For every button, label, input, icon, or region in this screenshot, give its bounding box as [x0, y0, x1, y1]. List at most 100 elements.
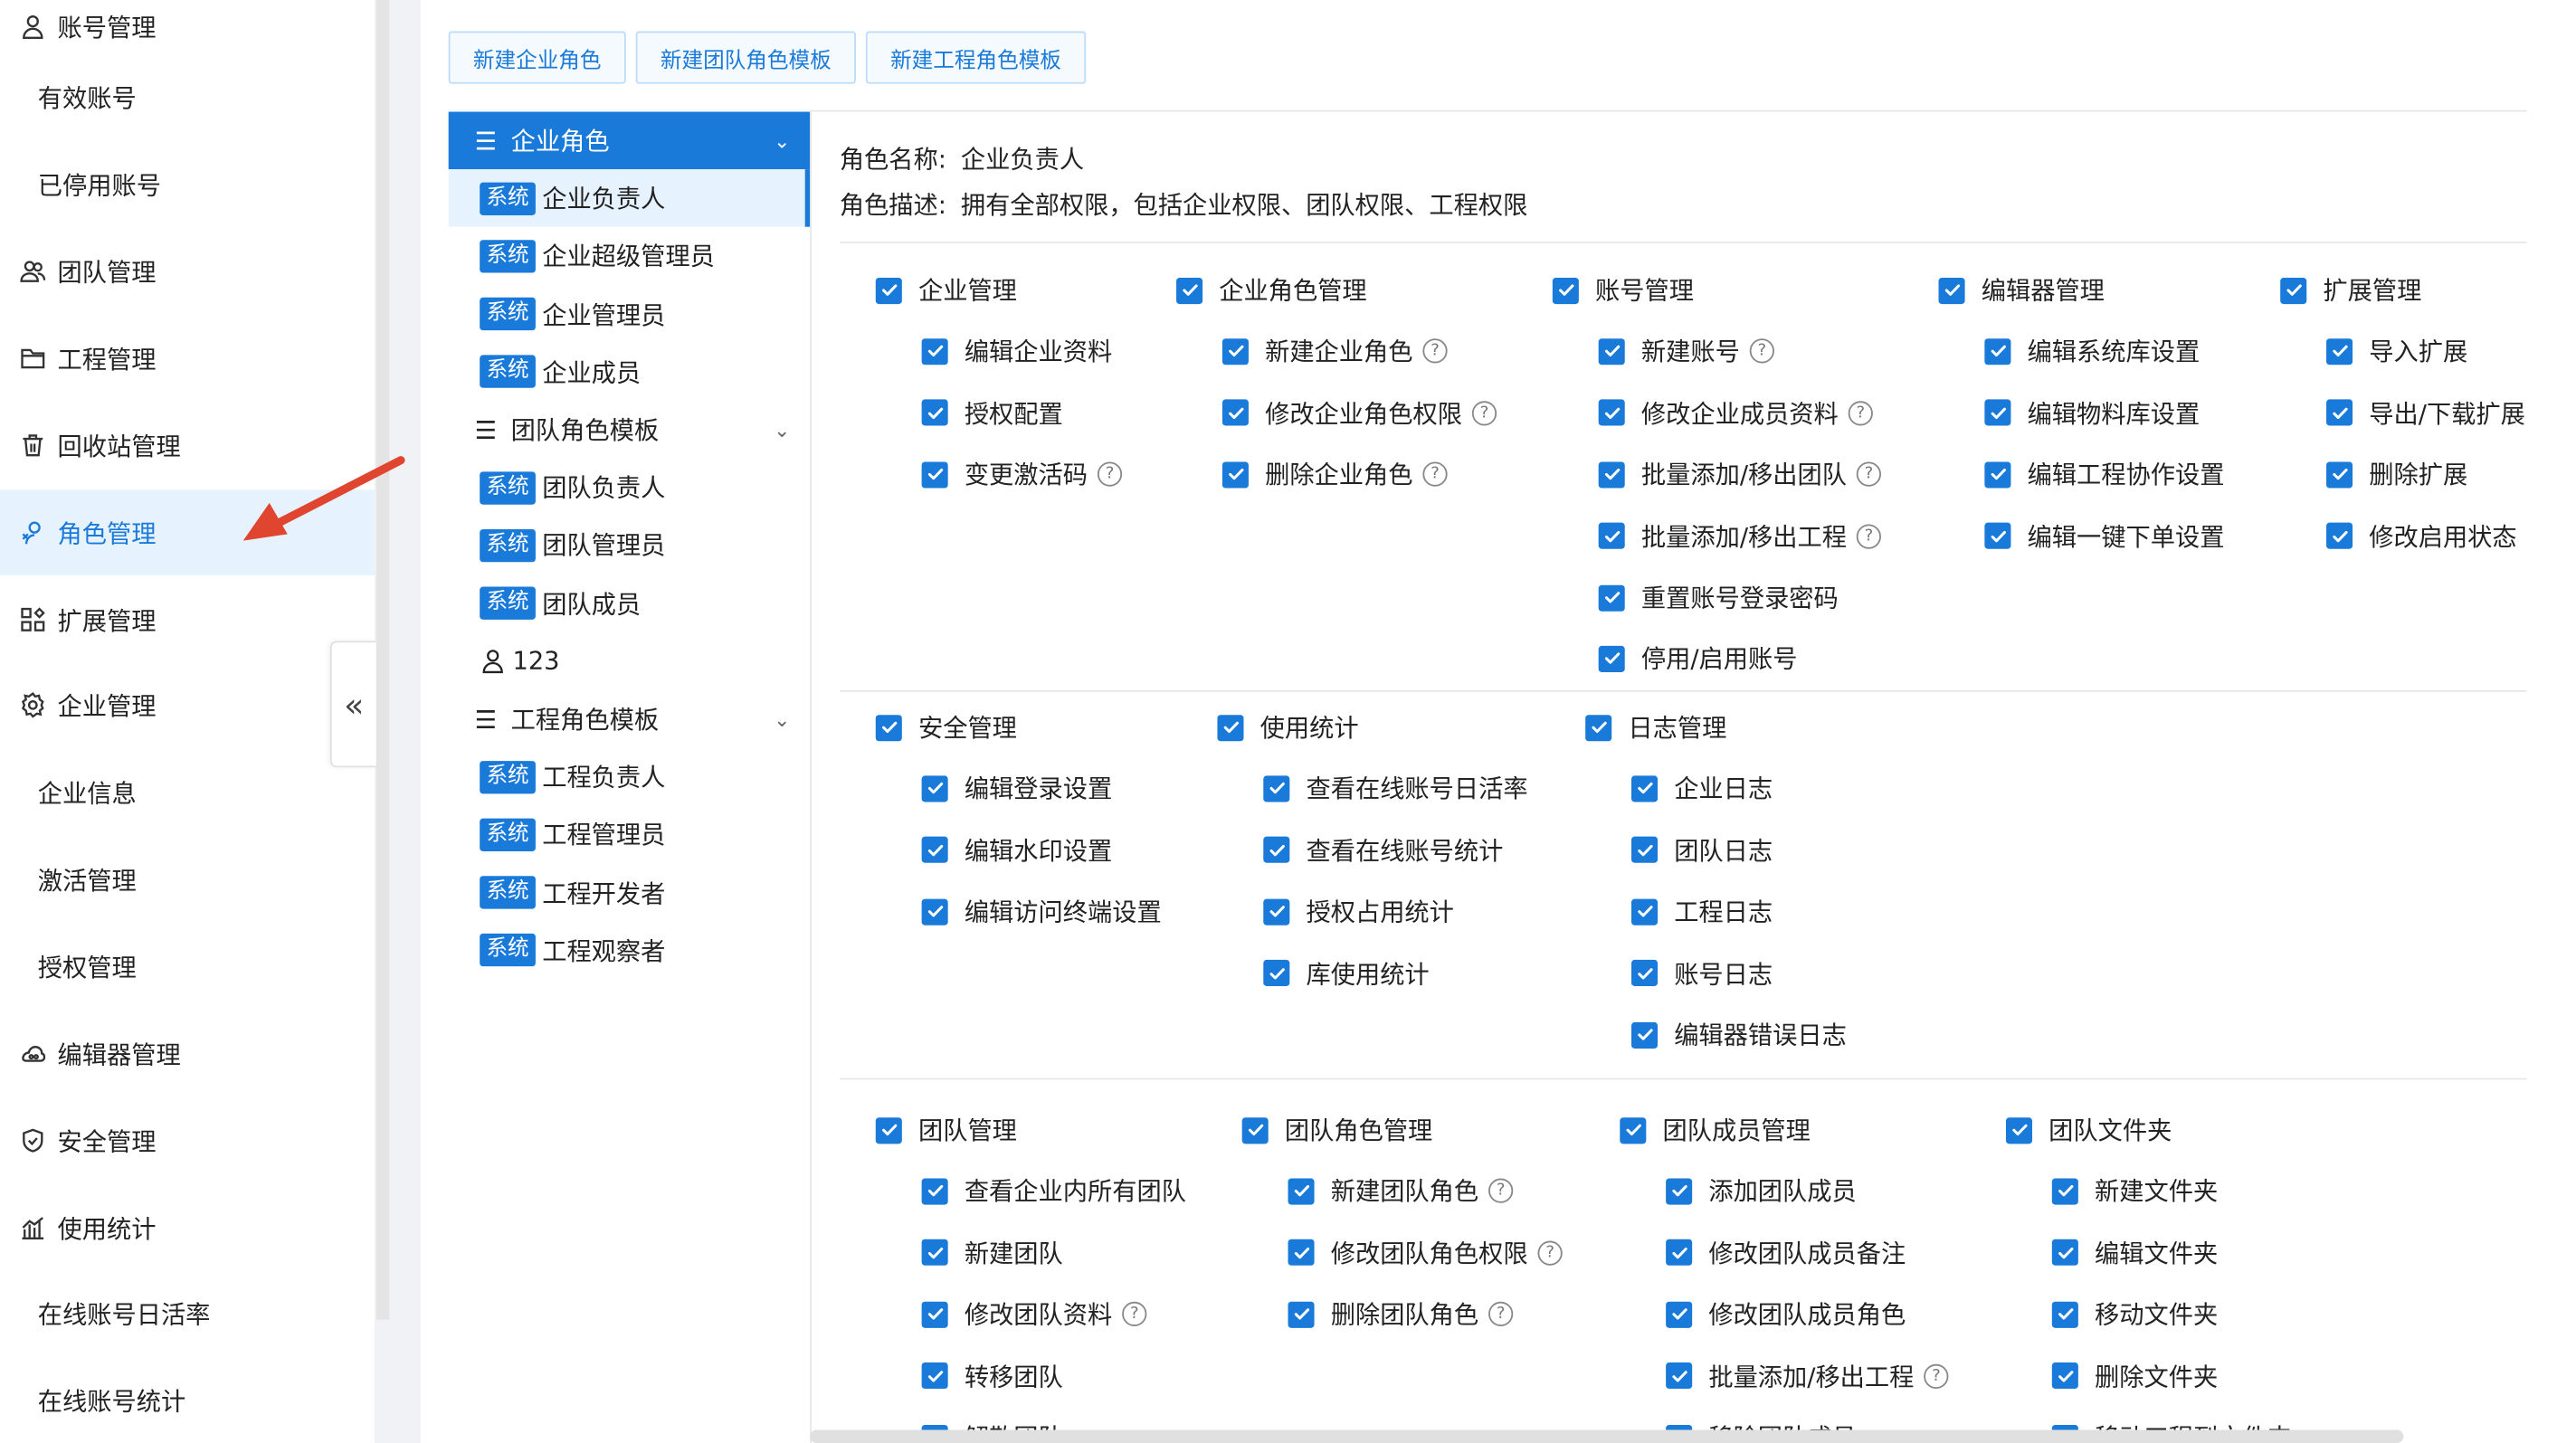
permission-group-checkbox[interactable]: 企业管理 [875, 273, 1017, 308]
sidebar-item-2[interactable]: 已停用账号 [0, 141, 413, 226]
checkbox-checked-icon[interactable] [1630, 837, 1659, 864]
permission-checkbox[interactable]: 新建团队角色? [1288, 1174, 1514, 1209]
checkbox-checked-icon[interactable] [875, 277, 902, 304]
checkbox-checked-icon[interactable] [921, 898, 948, 926]
permission-checkbox[interactable]: 移动文件夹 [2051, 1297, 2218, 1332]
new-enterprise-role-button[interactable]: 新建企业角色 [448, 31, 626, 84]
permission-checkbox[interactable]: 删除扩展 [2326, 457, 2467, 491]
checkbox-checked-icon[interactable] [1984, 338, 2011, 365]
checkbox-checked-icon[interactable] [1263, 898, 1290, 926]
permission-checkbox[interactable]: 工程日志 [1630, 895, 1773, 929]
sidebar-item-4[interactable]: 工程管理 [0, 316, 375, 401]
sidebar-item-14[interactable]: 使用统计 [0, 1185, 375, 1270]
permission-checkbox[interactable]: 导入扩展 [2326, 334, 2467, 368]
chevron-down-icon[interactable]: ⌄ [774, 418, 790, 441]
sidebar-item-12[interactable]: 编辑器管理 [0, 1011, 375, 1096]
permission-checkbox[interactable]: 库使用统计 [1263, 956, 1430, 991]
tree-role-item[interactable]: 系统 团队负责人 [449, 459, 810, 517]
permission-group-checkbox[interactable]: 账号管理 [1552, 273, 1694, 308]
permission-checkbox[interactable]: 修改企业角色权限? [1221, 395, 1497, 430]
permission-checkbox[interactable]: 编辑工程协作设置 [1984, 457, 2224, 491]
checkbox-checked-icon[interactable] [1620, 1116, 1647, 1144]
checkbox-checked-icon[interactable] [1288, 1239, 1315, 1267]
tree-role-item[interactable]: 系统 企业负责人 [448, 169, 811, 228]
checkbox-checked-icon[interactable] [1241, 1116, 1269, 1144]
checkbox-checked-icon[interactable] [1598, 338, 1625, 365]
checkbox-checked-icon[interactable] [1630, 1021, 1659, 1049]
checkbox-checked-icon[interactable] [1263, 775, 1290, 802]
checkbox-checked-icon[interactable] [1552, 277, 1579, 304]
help-icon[interactable]: ? [1422, 338, 1448, 365]
sidebar-item-15[interactable]: 在线账号日活率 [0, 1270, 413, 1355]
permission-checkbox[interactable]: 修改企业成员资料? [1598, 395, 1873, 430]
permission-group-checkbox[interactable]: 团队文件夹 [2005, 1113, 2172, 1147]
permission-checkbox[interactable]: 查看企业内所有团队 [921, 1174, 1186, 1209]
permission-checkbox[interactable]: 添加团队成员 [1666, 1174, 1857, 1209]
checkbox-checked-icon[interactable] [1598, 522, 1625, 549]
checkbox-checked-icon[interactable] [1666, 1301, 1693, 1328]
sidebar-item-11[interactable]: 授权管理 [0, 924, 413, 1009]
checkbox-checked-icon[interactable] [1288, 1178, 1315, 1205]
checkbox-checked-icon[interactable] [1585, 714, 1612, 741]
tree-group[interactable]: ☰ 企业角色 ⌄ [448, 111, 811, 170]
permission-checkbox[interactable]: 修改团队成员备注 [1666, 1236, 1906, 1270]
tree-role-item[interactable]: 系统 企业成员 [449, 343, 810, 401]
tree-role-item[interactable]: 系统 工程观察者 [449, 922, 810, 980]
permission-group-checkbox[interactable]: 编辑器管理 [1938, 273, 2105, 308]
checkbox-checked-icon[interactable] [1598, 584, 1625, 611]
permission-checkbox[interactable]: 编辑一键下单设置 [1984, 518, 2224, 553]
checkbox-checked-icon[interactable] [1630, 898, 1659, 926]
horizontal-scrollbar[interactable] [810, 1429, 2404, 1443]
permission-checkbox[interactable]: 查看在线账号日活率 [1263, 772, 1528, 806]
permission-checkbox[interactable]: 删除企业角色? [1221, 457, 1448, 491]
sidebar-item-1[interactable]: 有效账号 [0, 54, 413, 139]
checkbox-checked-icon[interactable] [1666, 1178, 1693, 1205]
permission-checkbox[interactable]: 编辑水印设置 [921, 833, 1112, 868]
checkbox-checked-icon[interactable] [1221, 338, 1249, 365]
help-icon[interactable]: ? [1856, 461, 1882, 488]
checkbox-checked-icon[interactable] [1217, 714, 1244, 741]
permission-checkbox[interactable]: 重置账号登录密码 [1598, 580, 1839, 614]
checkbox-checked-icon[interactable] [1666, 1239, 1693, 1267]
permission-checkbox[interactable]: 编辑文件夹 [2051, 1236, 2218, 1270]
help-icon[interactable]: ? [1471, 400, 1497, 426]
checkbox-checked-icon[interactable] [1938, 277, 1965, 304]
checkbox-checked-icon[interactable] [921, 399, 948, 427]
checkbox-checked-icon[interactable] [921, 460, 948, 488]
checkbox-checked-icon[interactable] [1598, 460, 1625, 488]
permission-group-checkbox[interactable]: 日志管理 [1585, 710, 1726, 745]
checkbox-checked-icon[interactable] [1630, 960, 1659, 987]
checkbox-checked-icon[interactable] [1984, 399, 2011, 427]
permission-group-checkbox[interactable]: 企业角色管理 [1176, 273, 1367, 308]
tree-role-item[interactable]: 系统 企业超级管理员 [449, 227, 810, 285]
checkbox-checked-icon[interactable] [1263, 960, 1290, 987]
permission-checkbox[interactable]: 停用/启用账号 [1598, 641, 1797, 676]
sidebar-item-10[interactable]: 激活管理 [0, 837, 413, 922]
permission-checkbox[interactable]: 编辑物料库设置 [1984, 395, 2200, 430]
tree-role-item[interactable]: 123 [449, 632, 810, 690]
tree-role-item[interactable]: 系统 工程负责人 [449, 748, 810, 806]
help-icon[interactable]: ? [1749, 338, 1774, 365]
checkbox-checked-icon[interactable] [875, 714, 902, 741]
checkbox-checked-icon[interactable] [921, 1301, 948, 1328]
permission-group-checkbox[interactable]: 团队管理 [875, 1113, 1017, 1147]
permission-group-checkbox[interactable]: 团队成员管理 [1620, 1113, 1811, 1147]
permission-checkbox[interactable]: 编辑器错误日志 [1630, 1017, 1847, 1051]
checkbox-checked-icon[interactable] [1221, 399, 1249, 427]
checkbox-checked-icon[interactable] [921, 1178, 948, 1205]
checkbox-checked-icon[interactable] [1984, 460, 2011, 488]
permission-checkbox[interactable]: 账号日志 [1630, 956, 1773, 991]
tree-role-item[interactable]: 系统 团队成员 [449, 574, 810, 632]
permission-group-checkbox[interactable]: 扩展管理 [2280, 273, 2421, 308]
chevron-down-icon[interactable]: ⌄ [774, 129, 790, 152]
permission-checkbox[interactable]: 批量添加/移出团队? [1598, 457, 1882, 491]
help-icon[interactable]: ? [1422, 461, 1448, 488]
tree-group[interactable]: ☰ 工程角色模板 ⌄ [449, 690, 810, 748]
checkbox-checked-icon[interactable] [2051, 1301, 2078, 1328]
permission-group-checkbox[interactable]: 使用统计 [1217, 710, 1359, 745]
sidebar-item-3[interactable]: 团队管理 [0, 229, 375, 314]
permission-checkbox[interactable]: 删除文件夹 [2051, 1359, 2218, 1393]
checkbox-checked-icon[interactable] [2280, 277, 2307, 304]
sidebar-item-13[interactable]: 安全管理 [0, 1097, 375, 1182]
new-team-role-template-button[interactable]: 新建团队角色模板 [635, 31, 856, 84]
